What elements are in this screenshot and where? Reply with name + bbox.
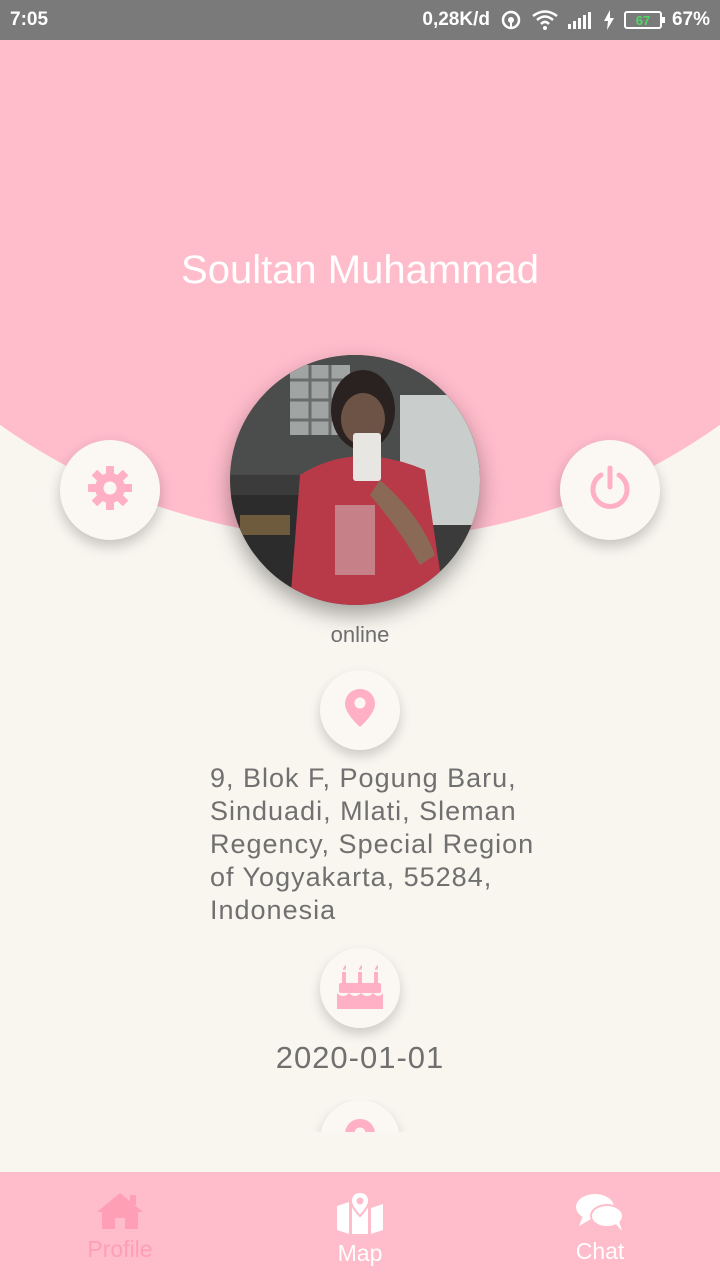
charging-icon [603, 10, 614, 30]
header-background-fill [0, 40, 720, 280]
profile-screen: 7:05 0,28K/d 67 67% Soultan Muhammad onl… [0, 0, 720, 1280]
battery-icon: 67 [623, 11, 665, 29]
gear-icon [87, 465, 133, 515]
power-icon [587, 465, 633, 515]
status-bar: 7:05 0,28K/d 67 67% [0, 0, 720, 40]
map-pin-icon [345, 1119, 375, 1132]
online-status: online [330, 622, 390, 647]
location-button[interactable] [320, 670, 400, 750]
status-time: 7:05 [10, 9, 49, 30]
avatar-photo [230, 355, 480, 605]
settings-button[interactable] [60, 440, 160, 540]
map-pin-icon [345, 689, 375, 731]
battery-level: 67 [635, 12, 651, 28]
next-info-button[interactable] [320, 1100, 400, 1132]
nav-label-map: Map [337, 1240, 383, 1266]
user-name: Soultan Muhammad [181, 248, 539, 292]
nav-label-chat: Chat [575, 1238, 625, 1264]
network-speed: 0,28K/d [422, 9, 490, 30]
address-text: 9, Blok F, Pogung Baru, Sinduadi, Mlati,… [210, 763, 535, 925]
logout-button[interactable] [560, 440, 660, 540]
scroll-clip [0, 1100, 720, 1132]
nav-item-map[interactable]: Map [240, 1172, 480, 1280]
hotspot-icon [500, 9, 522, 31]
avatar[interactable] [230, 355, 480, 605]
status-indicators: 0,28K/d 67 67% [422, 9, 710, 31]
home-icon [96, 1192, 144, 1234]
nav-label-profile: Profile [87, 1236, 153, 1262]
signal-icon [567, 11, 594, 29]
cake-icon [336, 963, 384, 1013]
battery-percent: 67% [671, 9, 710, 30]
bottom-navigation: Profile Map Chat [0, 1172, 720, 1280]
nav-item-profile[interactable]: Profile [0, 1172, 240, 1280]
nav-item-chat[interactable]: Chat [480, 1172, 720, 1280]
wifi-icon [532, 10, 558, 30]
map-icon [335, 1190, 385, 1238]
birthday-button[interactable] [320, 948, 400, 1028]
birthdate-text: 2020-01-01 [275, 1040, 445, 1075]
chat-icon [575, 1192, 625, 1236]
